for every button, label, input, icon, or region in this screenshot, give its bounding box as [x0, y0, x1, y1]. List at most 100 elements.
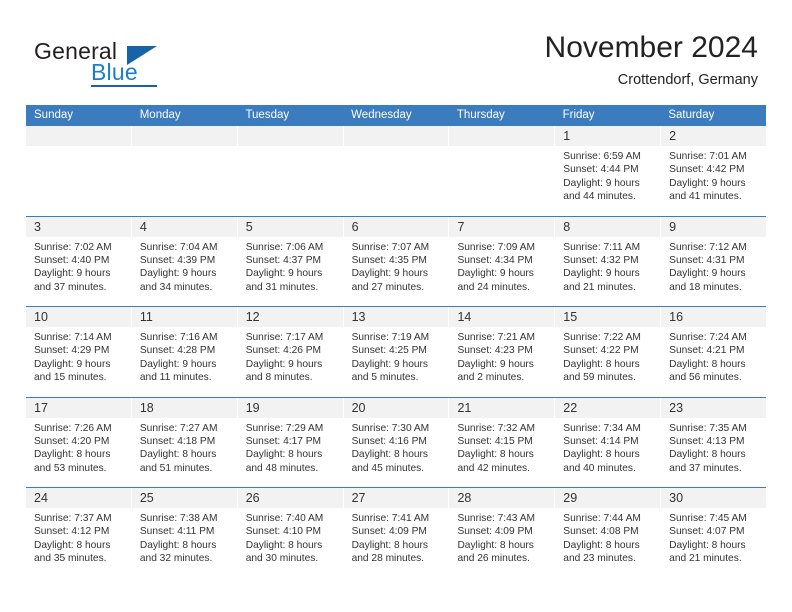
logo-text-blue: Blue: [91, 59, 138, 85]
day-number: 28: [457, 491, 472, 505]
day-cell[interactable]: 26 Sunrise: 7:40 AM Sunset: 4:10 PM Dayl…: [237, 488, 344, 578]
day-number: 3: [34, 219, 41, 234]
day-band: 7: [449, 216, 555, 237]
day-band: 19: [237, 397, 343, 418]
general-blue-logo[interactable]: General Blue: [34, 38, 214, 94]
daylight-text-line2: and 15 minutes.: [34, 372, 107, 384]
day-cell[interactable]: 2 Sunrise: 7:01 AM Sunset: 4:42 PM Dayli…: [661, 126, 767, 216]
daylight-text-line1: Daylight: 8 hours: [563, 539, 640, 551]
day-details: Sunrise: 7:07 AM Sunset: 4:35 PM Dayligh…: [344, 237, 449, 295]
day-cell[interactable]: 19 Sunrise: 7:29 AM Sunset: 4:17 PM Dayl…: [237, 397, 344, 487]
daylight-text-line1: Daylight: 8 hours: [139, 449, 217, 461]
day-cell[interactable]: 25 Sunrise: 7:38 AM Sunset: 4:11 PM Dayl…: [131, 488, 238, 578]
day-details: Sunrise: 7:27 AM Sunset: 4:18 PM Dayligh…: [132, 418, 237, 476]
day-cell[interactable]: 7 Sunrise: 7:09 AM Sunset: 4:34 PM Dayli…: [449, 216, 556, 306]
sunset-text: Sunset: 4:23 PM: [457, 345, 533, 357]
sunset-text: Sunset: 4:26 PM: [245, 345, 322, 357]
day-details: Sunrise: 7:29 AM Sunset: 4:17 PM Dayligh…: [238, 418, 343, 476]
sunrise-text: Sunrise: 7:44 AM: [563, 513, 641, 524]
day-cell[interactable]: 1 Sunrise: 6:59 AM Sunset: 4:44 PM Dayli…: [555, 126, 662, 216]
day-band: [449, 126, 555, 146]
day-details: Sunrise: 7:04 AM Sunset: 4:39 PM Dayligh…: [132, 237, 237, 295]
sunrise-text: Sunrise: 7:07 AM: [351, 241, 430, 253]
weekday-header-row: Sunday Monday Tuesday Wednesday Thursday…: [26, 105, 766, 126]
daylight-text-line2: and 40 minutes.: [563, 462, 636, 474]
daylight-text-line1: Daylight: 8 hours: [245, 449, 323, 461]
day-cell[interactable]: 18 Sunrise: 7:27 AM Sunset: 4:18 PM Dayl…: [131, 397, 238, 487]
daylight-text-line1: Daylight: 9 hours: [139, 268, 217, 280]
day-cell[interactable]: 28 Sunrise: 7:43 AM Sunset: 4:09 PM Dayl…: [449, 488, 556, 578]
daylight-text-line1: Daylight: 9 hours: [669, 268, 746, 280]
day-details: Sunrise: 7:32 AM Sunset: 4:15 PM Dayligh…: [449, 418, 554, 476]
day-details: Sunrise: 7:02 AM Sunset: 4:40 PM Dayligh…: [26, 237, 131, 295]
day-cell[interactable]: 4 Sunrise: 7:04 AM Sunset: 4:39 PM Dayli…: [131, 216, 238, 306]
sunset-text: Sunset: 4:37 PM: [245, 254, 322, 266]
day-cell-empty: [343, 126, 450, 216]
day-cell[interactable]: 13 Sunrise: 7:19 AM Sunset: 4:25 PM Dayl…: [343, 307, 450, 397]
day-cell[interactable]: 22 Sunrise: 7:34 AM Sunset: 4:14 PM Dayl…: [555, 397, 662, 487]
day-cell[interactable]: 16 Sunrise: 7:24 AM Sunset: 4:21 PM Dayl…: [661, 307, 767, 397]
day-cell[interactable]: 21 Sunrise: 7:32 AM Sunset: 4:15 PM Dayl…: [449, 397, 556, 487]
daylight-text-line2: and 37 minutes.: [669, 462, 742, 474]
day-details: Sunrise: 7:14 AM Sunset: 4:29 PM Dayligh…: [26, 327, 131, 385]
day-band: 16: [661, 307, 767, 327]
weekday-saturday: Saturday: [668, 109, 715, 121]
day-cell-empty: [449, 126, 556, 216]
day-cell[interactable]: 17 Sunrise: 7:26 AM Sunset: 4:20 PM Dayl…: [26, 397, 132, 487]
day-details: Sunrise: 7:34 AM Sunset: 4:14 PM Dayligh…: [555, 418, 660, 476]
sunrise-text: Sunrise: 7:17 AM: [245, 332, 324, 343]
sunrise-text: Sunrise: 7:45 AM: [669, 513, 747, 524]
sunrise-text: Sunrise: 7:32 AM: [457, 422, 536, 434]
daylight-text-line2: and 26 minutes.: [457, 553, 530, 565]
sunrise-text: Sunrise: 7:09 AM: [457, 241, 536, 253]
daylight-text-line2: and 24 minutes.: [457, 281, 530, 293]
day-cell[interactable]: 8 Sunrise: 7:11 AM Sunset: 4:32 PM Dayli…: [555, 216, 662, 306]
day-cell[interactable]: 5 Sunrise: 7:06 AM Sunset: 4:37 PM Dayli…: [237, 216, 344, 306]
day-cell[interactable]: 20 Sunrise: 7:30 AM Sunset: 4:16 PM Dayl…: [343, 397, 450, 487]
daylight-text-line2: and 48 minutes.: [245, 462, 319, 474]
day-number: 24: [34, 491, 48, 505]
day-cell[interactable]: 9 Sunrise: 7:12 AM Sunset: 4:31 PM Dayli…: [661, 216, 767, 306]
day-number: 5: [245, 219, 253, 234]
daylight-text-line1: Daylight: 8 hours: [34, 449, 111, 461]
sunset-text: Sunset: 4:12 PM: [34, 526, 110, 538]
sunrise-text: Sunrise: 7:30 AM: [351, 422, 430, 434]
sunset-text: Sunset: 4:09 PM: [351, 526, 427, 538]
day-cell[interactable]: 29 Sunrise: 7:44 AM Sunset: 4:08 PM Dayl…: [555, 488, 662, 578]
daylight-text-line2: and 53 minutes.: [34, 462, 107, 474]
day-cell[interactable]: 12 Sunrise: 7:17 AM Sunset: 4:26 PM Dayl…: [237, 307, 344, 397]
sunrise-text: Sunrise: 7:29 AM: [245, 422, 324, 434]
day-cell[interactable]: 14 Sunrise: 7:21 AM Sunset: 4:23 PM Dayl…: [449, 307, 556, 397]
day-cell[interactable]: 11 Sunrise: 7:16 AM Sunset: 4:28 PM Dayl…: [131, 307, 238, 397]
day-number: 8: [563, 219, 571, 234]
day-band: [131, 126, 237, 146]
day-cell[interactable]: 24 Sunrise: 7:37 AM Sunset: 4:12 PM Dayl…: [26, 488, 132, 578]
daylight-text-line2: and 11 minutes.: [139, 372, 212, 384]
daylight-text-line1: Daylight: 8 hours: [563, 449, 640, 461]
day-details: Sunrise: 7:22 AM Sunset: 4:22 PM Dayligh…: [555, 327, 660, 385]
day-cell[interactable]: 23 Sunrise: 7:35 AM Sunset: 4:13 PM Dayl…: [661, 397, 767, 487]
day-band: 1: [555, 126, 661, 146]
daylight-text-line1: Daylight: 8 hours: [351, 449, 429, 461]
day-band: 13: [343, 307, 449, 327]
day-cell[interactable]: 15 Sunrise: 7:22 AM Sunset: 4:22 PM Dayl…: [555, 307, 662, 397]
day-details: Sunrise: 7:40 AM Sunset: 4:10 PM Dayligh…: [238, 508, 343, 566]
day-number: 20: [351, 400, 366, 415]
day-band: 26: [237, 488, 343, 508]
daylight-text-line1: Daylight: 8 hours: [245, 539, 323, 551]
sunset-text: Sunset: 4:18 PM: [139, 435, 216, 447]
day-cell[interactable]: 10 Sunrise: 7:14 AM Sunset: 4:29 PM Dayl…: [26, 307, 132, 397]
day-band: 18: [131, 397, 237, 418]
daylight-text-line2: and 2 minutes.: [457, 372, 525, 384]
sunset-text: Sunset: 4:22 PM: [563, 345, 639, 357]
daylight-text-line2: and 31 minutes.: [245, 281, 319, 293]
day-cell[interactable]: 27 Sunrise: 7:41 AM Sunset: 4:09 PM Dayl…: [343, 488, 450, 578]
day-cell[interactable]: 3 Sunrise: 7:02 AM Sunset: 4:40 PM Dayli…: [26, 216, 132, 306]
daylight-text-line2: and 18 minutes.: [669, 281, 742, 293]
day-cell[interactable]: 6 Sunrise: 7:07 AM Sunset: 4:35 PM Dayli…: [343, 216, 450, 306]
daylight-text-line2: and 44 minutes.: [563, 191, 636, 203]
day-details: Sunrise: 7:35 AM Sunset: 4:13 PM Dayligh…: [661, 418, 766, 476]
day-cell[interactable]: 30 Sunrise: 7:45 AM Sunset: 4:07 PM Dayl…: [661, 488, 767, 578]
sunset-text: Sunset: 4:11 PM: [139, 526, 215, 538]
daylight-text-line1: Daylight: 9 hours: [669, 177, 746, 189]
